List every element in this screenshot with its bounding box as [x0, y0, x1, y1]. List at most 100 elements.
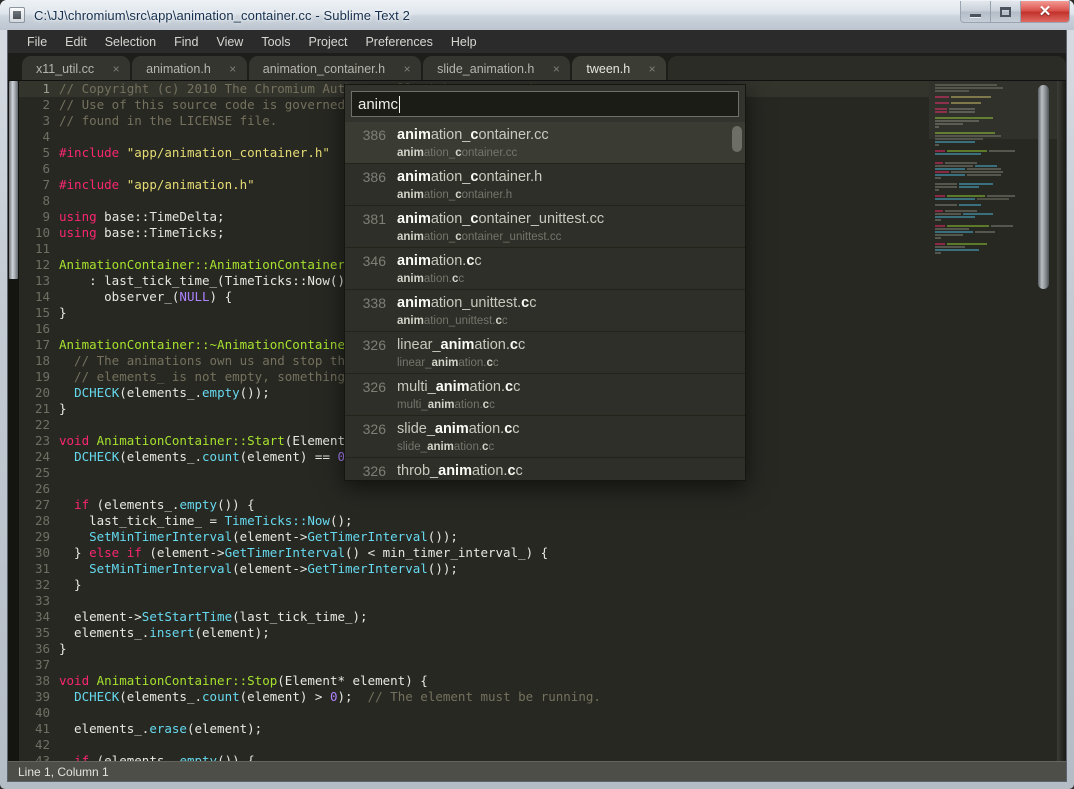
- code-line: 43 if (elements_.empty()) {: [19, 753, 929, 761]
- minimap-line: [935, 159, 1039, 161]
- result-file-name: slide_animation.cc: [397, 420, 520, 439]
- code-text: elements_.insert(element);: [59, 625, 270, 641]
- menu-item-tools[interactable]: Tools: [252, 33, 299, 51]
- tab-close-icon[interactable]: ×: [646, 63, 658, 75]
- minimap-line: [935, 177, 1039, 179]
- result-text-column: animation.ccanimation.cc: [397, 252, 482, 287]
- search-result-item[interactable]: 326throb_animation.ccthrob_animation.cc: [345, 458, 745, 480]
- menu-item-preferences[interactable]: Preferences: [356, 33, 441, 51]
- tab-slide-animation-h[interactable]: slide_animation.h ×: [423, 56, 570, 81]
- minimap-line: [935, 171, 1039, 173]
- tab-close-icon[interactable]: ×: [401, 63, 413, 75]
- code-text: #include "app/animation.h": [59, 177, 255, 193]
- minimize-button[interactable]: [961, 1, 991, 22]
- minimap-scrollbar[interactable]: [1038, 85, 1049, 289]
- tab-animation-h[interactable]: animation.h×: [132, 56, 247, 81]
- tab-x11-util-cc[interactable]: x11_util.cc×: [22, 56, 130, 81]
- code-text: if (elements_.empty()) {: [59, 497, 255, 513]
- minimap[interactable]: [929, 81, 1057, 761]
- result-file-path: slide_animation.cc: [397, 439, 520, 455]
- tab-close-icon[interactable]: ×: [227, 63, 239, 75]
- window-vertical-scrollbar[interactable]: [8, 81, 19, 761]
- tab-close-icon[interactable]: ×: [110, 63, 122, 75]
- result-text-column: animation_container.hanimation_container…: [397, 168, 542, 203]
- tab-animation-container-h[interactable]: animation_container.h ×: [249, 56, 421, 81]
- results-scrollbar-thumb[interactable]: [732, 126, 742, 152]
- line-number: 28: [19, 513, 59, 529]
- menu-item-project[interactable]: Project: [300, 33, 357, 51]
- maximize-button[interactable]: [991, 1, 1021, 22]
- result-text-column: throb_animation.ccthrob_animation.cc: [397, 462, 523, 480]
- minimap-line: [935, 249, 1039, 251]
- line-number: 21: [19, 401, 59, 417]
- result-file-name: multi_animation.cc: [397, 378, 520, 397]
- result-file-path: multi_animation.cc: [397, 397, 520, 413]
- code-line: 31 SetMinTimerInterval(element->GetTimer…: [19, 561, 929, 577]
- code-line: 35 elements_.insert(element);: [19, 625, 929, 641]
- code-line: 28 last_tick_time_ = TimeTicks::Now();: [19, 513, 929, 529]
- search-result-item[interactable]: 381animation_container_unittest.ccanimat…: [345, 206, 745, 248]
- search-result-item[interactable]: 326multi_animation.ccmulti_animation.cc: [345, 374, 745, 416]
- line-number: 3: [19, 113, 59, 129]
- search-results-list[interactable]: 386animation_container.ccanimation_conta…: [345, 122, 745, 480]
- result-rank: 381: [355, 210, 397, 229]
- menu-item-selection[interactable]: Selection: [96, 33, 165, 51]
- minimap-line: [935, 204, 1039, 206]
- minimap-line: [935, 150, 1039, 152]
- search-result-item[interactable]: 386animation_container.hanimation_contai…: [345, 164, 745, 206]
- menu-item-view[interactable]: View: [207, 33, 252, 51]
- close-button[interactable]: ✕: [1021, 1, 1069, 22]
- editor-body: 1// Copyright (c) 2010 The Chromium Auth…: [8, 81, 1066, 761]
- minimap-line: [935, 165, 1039, 167]
- minimap-line: [935, 207, 1039, 209]
- results-scrollbar[interactable]: [732, 126, 742, 476]
- menu-item-help[interactable]: Help: [442, 33, 486, 51]
- minimap-line: [935, 144, 1039, 146]
- line-number: 25: [19, 465, 59, 481]
- line-number: 16: [19, 321, 59, 337]
- status-text: Line 1, Column 1: [18, 765, 109, 779]
- code-text: if (elements_.empty()) {: [59, 753, 255, 761]
- code-line: 34 element->SetStartTime(last_tick_time_…: [19, 609, 929, 625]
- tab-tween-h[interactable]: tween.h×: [572, 56, 666, 81]
- line-number: 38: [19, 673, 59, 689]
- minimap-line: [935, 210, 1039, 212]
- search-result-item[interactable]: 326slide_animation.ccslide_animation.cc: [345, 416, 745, 458]
- app-icon: [9, 7, 25, 23]
- code-text: using base::TimeTicks;: [59, 225, 225, 241]
- minimap-line: [935, 189, 1039, 191]
- search-result-item[interactable]: 326linear_animation.cclinear_animation.c…: [345, 332, 745, 374]
- menu-item-edit[interactable]: Edit: [56, 33, 96, 51]
- code-text: observer_(NULL) {: [59, 289, 232, 305]
- tab-close-icon[interactable]: ×: [550, 63, 562, 75]
- code-text: } else if (element->GetTimerInterval() <…: [59, 545, 548, 561]
- minimap-line: [935, 156, 1039, 158]
- result-rank: 326: [355, 462, 397, 480]
- overlay-input-container: animc: [345, 85, 745, 122]
- code-line: 33: [19, 593, 929, 609]
- status-bar: Line 1, Column 1: [8, 761, 1066, 781]
- menu-bar: FileEditSelectionFindViewToolsProjectPre…: [8, 30, 1066, 54]
- tab-label: animation_container.h: [263, 62, 385, 76]
- result-rank: 346: [355, 252, 397, 271]
- search-result-item[interactable]: 346animation.ccanimation.cc: [345, 248, 745, 290]
- line-number: 27: [19, 497, 59, 513]
- code-text: AnimationContainer::AnimationContainer(): [59, 257, 360, 273]
- code-text: DCHECK(elements_.empty());: [59, 385, 270, 401]
- minimap-line: [935, 237, 1039, 239]
- menu-item-file[interactable]: File: [18, 33, 56, 51]
- line-number: 32: [19, 577, 59, 593]
- menu-item-find[interactable]: Find: [165, 33, 207, 51]
- line-number: 4: [19, 129, 59, 145]
- tab-label: slide_animation.h: [437, 62, 534, 76]
- code-line: 42: [19, 737, 929, 753]
- window-title: C:\JJ\chromium\src\app\animation_contain…: [34, 8, 410, 23]
- search-result-item[interactable]: 338animation_unittest.ccanimation_unitte…: [345, 290, 745, 332]
- search-input[interactable]: animc: [351, 91, 739, 117]
- result-file-name: animation_container_unittest.cc: [397, 210, 604, 229]
- code-line: 32 }: [19, 577, 929, 593]
- code-text: DCHECK(elements_.count(element) == 0);: [59, 449, 360, 465]
- scrollbar-thumb[interactable]: [9, 81, 18, 279]
- search-result-item[interactable]: 386animation_container.ccanimation_conta…: [345, 122, 745, 164]
- line-number: 18: [19, 353, 59, 369]
